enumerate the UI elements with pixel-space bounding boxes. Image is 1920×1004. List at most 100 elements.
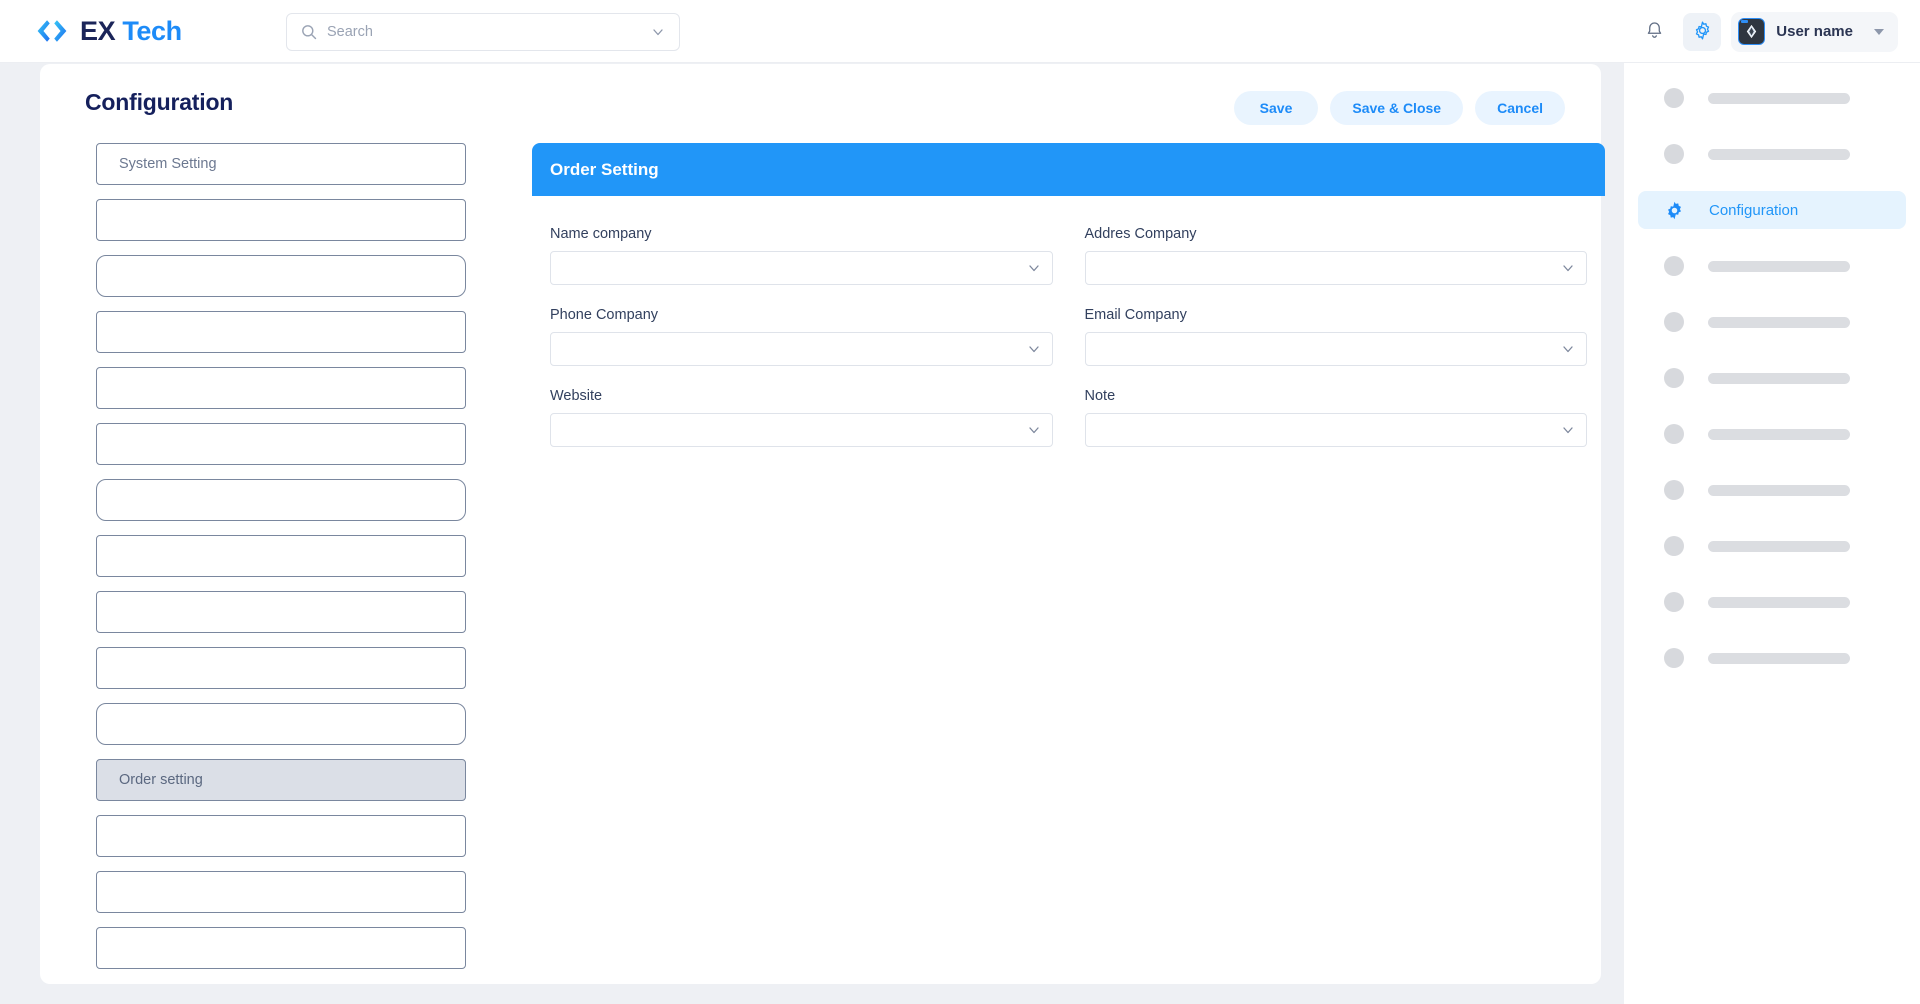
right-sidebar: Configuration	[1624, 63, 1920, 1004]
placeholder-avatar-icon	[1664, 424, 1684, 444]
brand-name-primary: EX	[80, 15, 116, 46]
form-field: Name company	[550, 226, 1053, 285]
form-row: Name company Addres Company	[550, 226, 1587, 285]
chevron-down-icon[interactable]	[1027, 342, 1041, 356]
settings-list-item[interactable]	[96, 647, 466, 689]
sidebar-item-placeholder[interactable]	[1638, 303, 1906, 341]
settings-list-item[interactable]	[96, 871, 466, 913]
sidebar-item-placeholder[interactable]	[1638, 583, 1906, 621]
form-row: Phone Company Email Company	[550, 307, 1587, 366]
sidebar-item-placeholder[interactable]	[1638, 639, 1906, 677]
chevron-down-icon[interactable]	[1027, 423, 1041, 437]
placeholder-avatar-icon	[1664, 480, 1684, 500]
settings-list-item[interactable]	[96, 255, 466, 297]
sidebar-item-placeholder[interactable]	[1638, 79, 1906, 117]
website-select[interactable]	[550, 413, 1053, 447]
settings-list-item[interactable]	[96, 927, 466, 969]
placeholder-avatar-icon	[1664, 592, 1684, 612]
placeholder-label-bar	[1708, 652, 1850, 664]
settings-list-item[interactable]	[96, 423, 466, 465]
phone-company-select[interactable]	[550, 332, 1053, 366]
action-bar: Save Save & Close Cancel	[1233, 91, 1565, 125]
placeholder-avatar-icon	[1664, 256, 1684, 276]
chevron-down-icon[interactable]	[1027, 261, 1041, 275]
settings-list-item[interactable]	[96, 199, 466, 241]
field-label: Addres Company	[1084, 226, 1197, 242]
settings-list-item[interactable]: Order setting	[96, 759, 466, 801]
chevron-down-icon[interactable]	[1561, 342, 1575, 356]
placeholder-label-bar	[1708, 596, 1850, 608]
form-field: Addres Company	[1084, 226, 1587, 285]
settings-list-item-label: System Setting	[119, 156, 217, 172]
settings-list-item-label: Order setting	[119, 772, 203, 788]
sidebar-item-placeholder[interactable]	[1638, 527, 1906, 565]
sidebar-item-placeholder[interactable]	[1638, 135, 1906, 173]
placeholder-avatar-icon	[1664, 88, 1684, 108]
gear-icon	[1692, 20, 1713, 44]
placeholder-label-bar	[1708, 92, 1850, 104]
user-menu[interactable]: User name	[1731, 11, 1898, 52]
panel-header-title: Order Setting	[550, 159, 659, 179]
code-brackets-icon	[34, 16, 70, 46]
settings-list-item[interactable]: System Setting	[96, 143, 466, 185]
user-name-label: User name	[1776, 23, 1853, 40]
form-field: Note	[1084, 388, 1587, 447]
top-bar: EX Tech Search User name	[0, 0, 1920, 63]
save-button[interactable]: Save	[1233, 91, 1319, 125]
save-and-close-button[interactable]: Save & Close	[1330, 91, 1464, 125]
email-company-select[interactable]	[1084, 332, 1587, 366]
name-company-select[interactable]	[550, 251, 1053, 285]
placeholder-avatar-icon	[1664, 144, 1684, 164]
settings-list-item[interactable]	[96, 479, 466, 521]
placeholder-label-bar	[1708, 428, 1850, 440]
settings-list: System Setting Order setting	[96, 143, 466, 969]
sidebar-item-placeholder[interactable]	[1638, 471, 1906, 509]
settings-list-item[interactable]	[96, 815, 466, 857]
note-select[interactable]	[1084, 413, 1587, 447]
chevron-down-icon[interactable]	[1561, 423, 1575, 437]
placeholder-avatar-icon	[1664, 368, 1684, 388]
order-setting-panel: Order Setting Name company Addres Company…	[532, 143, 1605, 469]
caret-down-icon[interactable]	[1874, 28, 1884, 35]
placeholder-avatar-icon	[1664, 536, 1684, 556]
avatar	[1738, 18, 1766, 45]
search-icon	[301, 24, 317, 40]
settings-button[interactable]	[1683, 12, 1722, 51]
chevron-down-icon[interactable]	[651, 25, 665, 39]
sidebar-item-placeholder[interactable]	[1638, 247, 1906, 285]
search-bar[interactable]	[286, 13, 680, 51]
addres-company-select[interactable]	[1084, 251, 1587, 285]
settings-list-item[interactable]	[96, 367, 466, 409]
sidebar-item-configuration[interactable]: Configuration	[1638, 191, 1906, 229]
field-label: Name company	[550, 226, 652, 242]
sidebar-item-placeholder[interactable]	[1638, 359, 1906, 397]
field-label: Note	[1084, 388, 1116, 404]
settings-list-item[interactable]	[96, 591, 466, 633]
form-row: Website Note	[550, 388, 1587, 447]
field-label: Email Company	[1084, 307, 1187, 323]
order-setting-form: Name company Addres Company Phone Company E…	[532, 196, 1605, 447]
placeholder-label-bar	[1708, 316, 1850, 328]
gear-icon	[1664, 200, 1685, 221]
settings-list-item[interactable]	[96, 535, 466, 577]
placeholder-label-bar	[1708, 372, 1850, 384]
chevron-down-icon[interactable]	[1561, 261, 1575, 275]
sidebar-item-placeholder[interactable]	[1638, 415, 1906, 453]
notifications-button[interactable]	[1635, 13, 1673, 51]
field-label: Website	[550, 388, 603, 404]
cancel-button[interactable]: Cancel	[1475, 91, 1565, 125]
brand-logo[interactable]: EX Tech	[34, 16, 264, 47]
sidebar-item-label: Configuration	[1709, 201, 1799, 219]
form-field: Website	[550, 388, 1053, 447]
search-input[interactable]	[327, 24, 651, 40]
form-field: Phone Company	[550, 307, 1053, 366]
topbar-actions: User name	[1635, 0, 1898, 63]
placeholder-avatar-icon	[1664, 648, 1684, 668]
bell-icon	[1644, 20, 1665, 44]
brand-name: EX Tech	[80, 16, 182, 47]
panel-header: Order Setting	[532, 143, 1605, 196]
placeholder-label-bar	[1708, 148, 1850, 160]
settings-list-item[interactable]	[96, 311, 466, 353]
field-label: Phone Company	[550, 307, 659, 323]
settings-list-item[interactable]	[96, 703, 466, 745]
